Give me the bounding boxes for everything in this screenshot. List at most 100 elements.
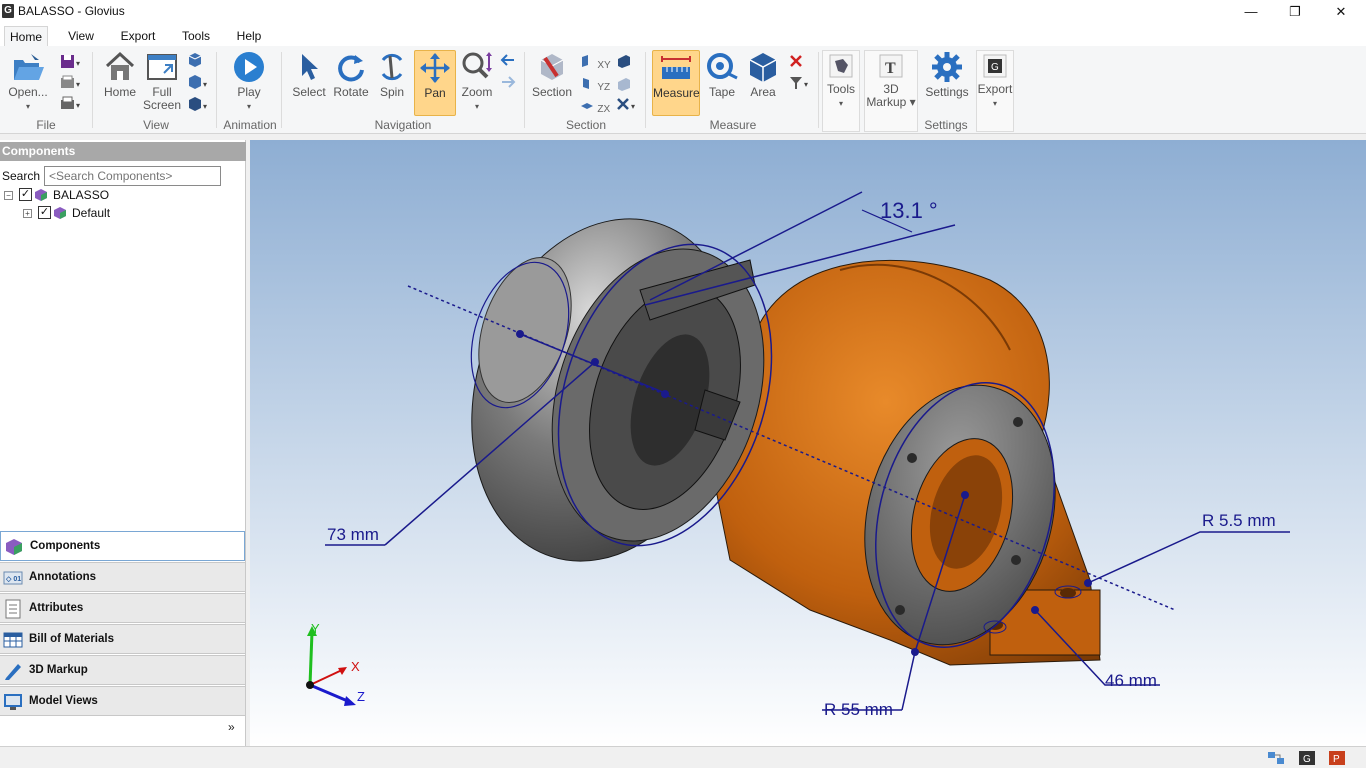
text-markup-icon: T — [879, 54, 903, 78]
section-flip-icon[interactable] — [616, 76, 632, 92]
group-separator — [92, 52, 93, 128]
next-view-icon[interactable] — [500, 75, 516, 89]
section-xy-button[interactable]: XY — [580, 54, 611, 71]
tree-collapse-toggle[interactable]: − — [4, 191, 13, 200]
home-label: Home — [103, 85, 136, 99]
full-screen-label: Full Screen — [142, 85, 182, 112]
tab-home[interactable]: Home — [4, 26, 48, 46]
view-style-icon[interactable]: ▾ — [186, 96, 210, 114]
export-label: Export — [977, 82, 1013, 96]
group-separator — [216, 52, 217, 128]
glovius-status-icon[interactable]: G — [1298, 750, 1316, 766]
nav-label: Model Views — [29, 695, 98, 707]
svg-text:P: P — [1333, 754, 1340, 765]
area-button[interactable]: Area — [745, 50, 781, 99]
folder-open-icon — [14, 54, 44, 80]
tab-export[interactable]: Export — [116, 26, 160, 46]
tab-tools[interactable]: Tools — [176, 26, 216, 46]
play-icon — [234, 52, 264, 82]
spin-icon — [381, 53, 403, 81]
zoom-label: Zoom — [461, 85, 493, 99]
open-label: Open... — [8, 85, 48, 99]
spin-button[interactable]: Spin — [373, 50, 411, 99]
section-tools-icon[interactable]: ▾ — [616, 97, 640, 113]
save-icon[interactable]: ▾ — [60, 53, 82, 71]
group-view-label: View — [143, 118, 169, 132]
tree-checkbox[interactable]: ✓ — [38, 206, 51, 219]
svg-text:▾: ▾ — [76, 59, 80, 68]
nav-model-views[interactable]: Model Views — [0, 686, 245, 716]
plane-xy-icon — [582, 55, 588, 67]
section-zx-button[interactable]: ZX — [580, 98, 610, 115]
panel-footer: » — [0, 716, 245, 744]
rotate-button[interactable]: Rotate — [331, 50, 371, 99]
zoom-button[interactable]: Zoom ▾ — [458, 50, 496, 113]
nav-components[interactable]: Components — [0, 531, 245, 561]
tree-expand-toggle[interactable]: + — [23, 209, 32, 218]
3d-viewport[interactable]: 13.1 ° 73 mm R 55 mm R 5.5 mm 46 mm Y X … — [250, 140, 1366, 746]
measure-button[interactable]: Measure — [652, 50, 700, 116]
tree-item-label[interactable]: BALASSO — [53, 188, 109, 202]
nav-label: Annotations — [29, 571, 97, 583]
glovius-logo-icon: G — [2, 4, 14, 18]
nav-attributes[interactable]: Attributes — [0, 593, 245, 623]
small-radius-dimension-label: R 5.5 mm — [1202, 511, 1276, 530]
print-preview-icon[interactable]: ▾ — [60, 75, 82, 91]
settings-button[interactable]: Settings — [924, 50, 970, 99]
restore-button[interactable]: ❐ — [1272, 0, 1318, 24]
select-label: Select — [292, 85, 326, 99]
minimize-button[interactable]: — — [1228, 0, 1274, 24]
filter-icon[interactable]: ▾ — [788, 75, 812, 91]
pan-button[interactable]: Pan — [414, 50, 456, 116]
home-button[interactable]: Home — [100, 50, 140, 99]
play-button[interactable]: Play ▾ — [228, 50, 270, 113]
axis-x-label: X — [351, 659, 360, 674]
section-yz-button[interactable]: YZ — [580, 76, 610, 93]
group-separator — [645, 52, 646, 128]
delete-measure-icon[interactable] — [788, 53, 804, 69]
tree-item-label[interactable]: Default — [72, 206, 110, 220]
powerpoint-icon[interactable]: P — [1328, 750, 1346, 766]
layout-icon[interactable] — [1266, 750, 1286, 766]
annotations-icon: ◇ 01 — [3, 571, 23, 585]
section-plane-icon[interactable] — [616, 53, 632, 69]
measure-label: Measure — [653, 86, 700, 100]
search-input[interactable] — [44, 166, 221, 186]
tools-button[interactable]: Tools ▾ — [822, 50, 860, 132]
assembly-icon — [35, 189, 47, 201]
3d-markup-button[interactable]: T 3D Markup ▾ — [864, 50, 918, 132]
previous-view-icon[interactable] — [500, 53, 516, 67]
svg-text:G: G — [991, 62, 999, 73]
model-canvas[interactable]: 13.1 ° 73 mm R 55 mm R 5.5 mm 46 mm Y X … — [250, 140, 1366, 746]
group-measure-label: Measure — [709, 118, 757, 132]
view-cube-icon[interactable] — [186, 52, 210, 70]
export-button[interactable]: G Export ▾ — [976, 50, 1014, 132]
group-settings-label: Settings — [924, 118, 968, 132]
view-orient-icon[interactable]: ▾ — [186, 74, 210, 92]
pan-arrows-icon — [420, 53, 450, 83]
tape-label: Tape — [708, 85, 736, 99]
select-button[interactable]: Select — [290, 50, 328, 99]
tab-help[interactable]: Help — [230, 26, 268, 46]
full-screen-icon — [147, 54, 177, 80]
diameter-dimension-label: 73 mm — [327, 525, 379, 544]
model-views-icon — [4, 694, 22, 710]
open-button[interactable]: Open... ▾ — [6, 50, 50, 113]
more-options-chevron-icon[interactable]: » — [228, 720, 235, 734]
nav-annotations[interactable]: ◇ 01 Annotations — [0, 562, 245, 592]
tree-checkbox[interactable]: ✓ — [19, 188, 32, 201]
print-icon[interactable]: ▾ — [60, 96, 82, 112]
full-screen-button[interactable]: Full Screen — [142, 50, 182, 112]
axis-y-label: Y — [311, 621, 320, 636]
status-bar: G P — [0, 746, 1366, 768]
nav-bill-of-materials[interactable]: Bill of Materials — [0, 624, 245, 654]
tape-measure-icon — [707, 53, 738, 80]
tab-view[interactable]: View — [62, 26, 100, 46]
radius-dimension-label: R 55 mm — [824, 700, 893, 719]
svg-text:◇ 01: ◇ 01 — [5, 576, 21, 583]
nav-3d-markup[interactable]: 3D Markup — [0, 655, 245, 685]
nav-label: 3D Markup — [29, 664, 88, 676]
section-button[interactable]: Section — [532, 50, 572, 99]
tape-button[interactable]: Tape — [704, 50, 740, 99]
close-button[interactable]: ✕ — [1318, 0, 1364, 24]
